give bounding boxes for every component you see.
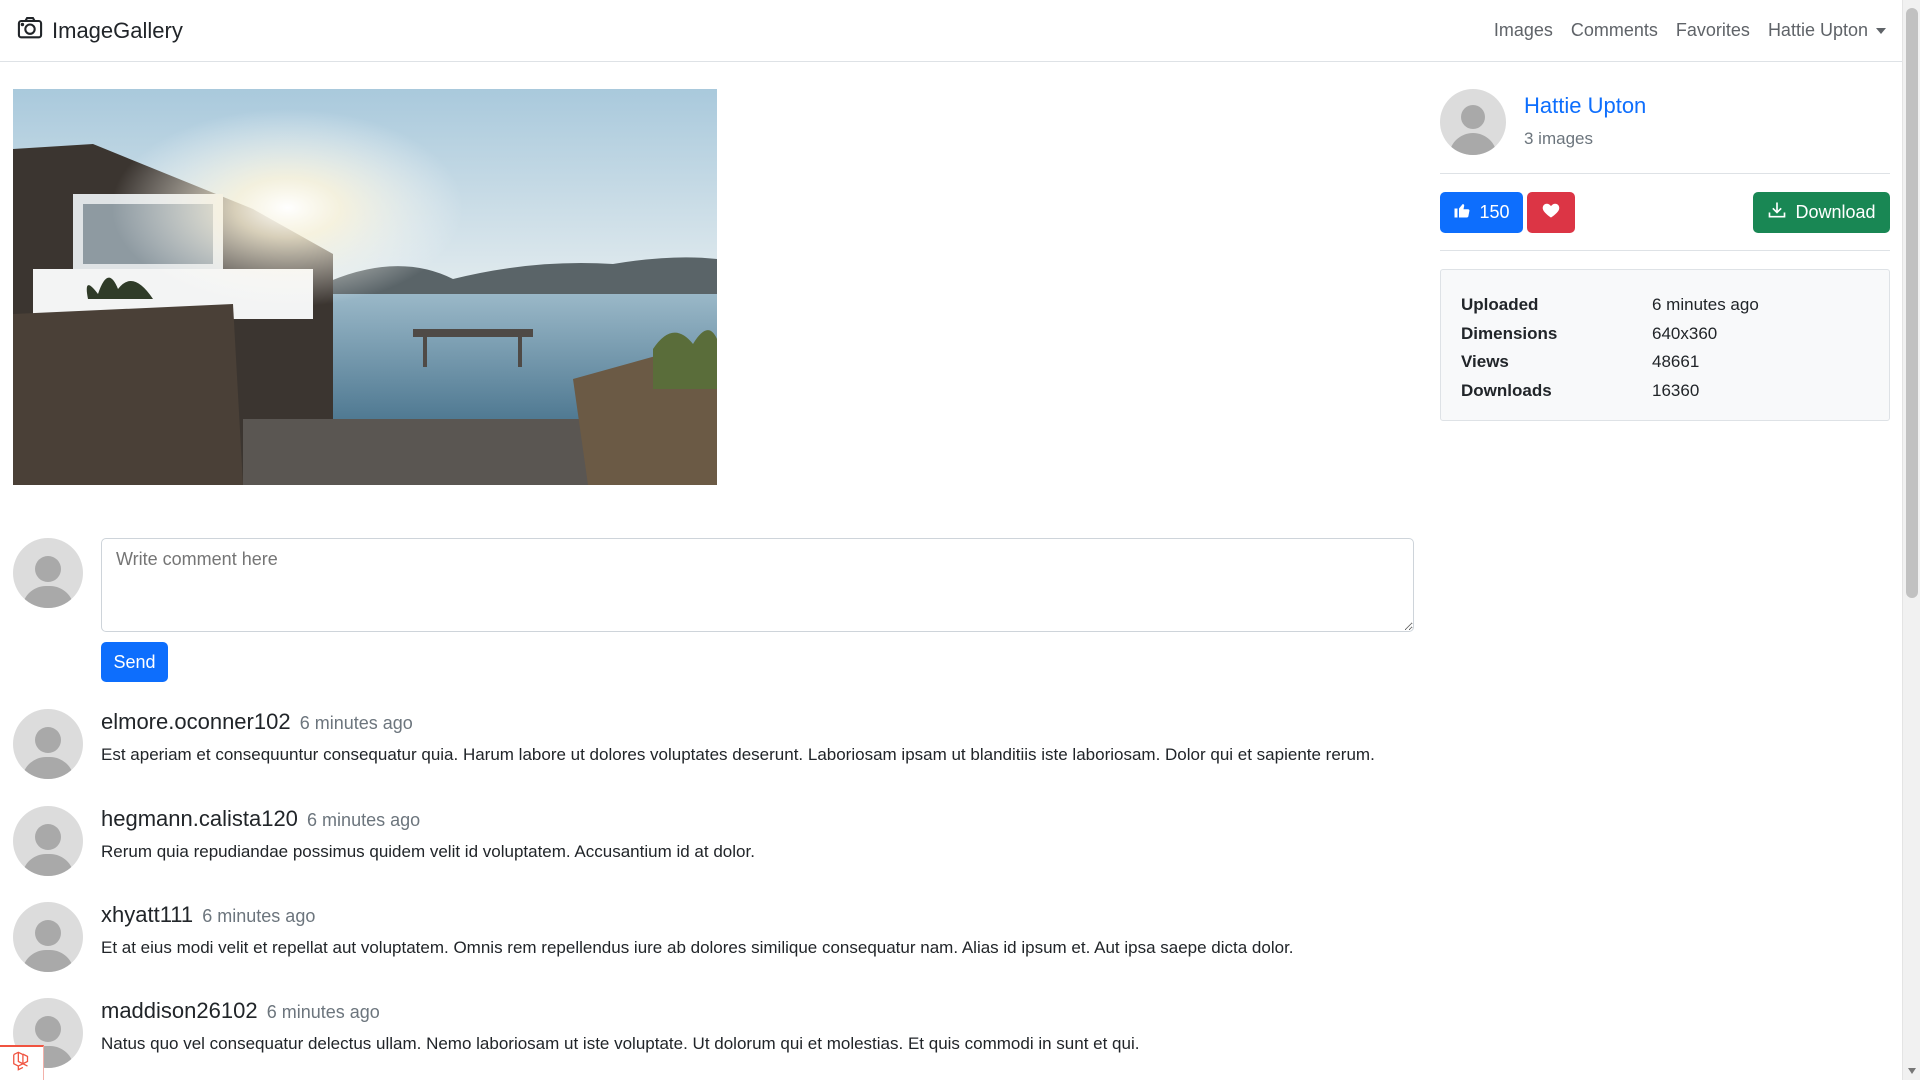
scrollbar-thumb[interactable] [1906,8,1918,598]
stats-label: Views [1461,352,1509,372]
comment-text: Natus quo vel consequatur delectus ullam… [101,1034,1140,1053]
comment-input[interactable] [101,538,1414,632]
comment-time: 6 minutes ago [202,906,316,926]
stats-value: 6 minutes ago [1652,295,1759,315]
stats-row-downloads: Downloads 16360 [1461,377,1869,406]
brand-name: ImageGallery [52,17,183,43]
stats-row-views: Views 48661 [1461,348,1869,377]
comment-username: hegmann.calista120 [101,806,298,831]
comment-avatar [13,709,83,779]
scroll-down-arrow-icon[interactable] [1908,1068,1916,1074]
stats-value: 16360 [1652,380,1700,400]
stats-label: Downloads [1461,380,1552,400]
page-scrollbar[interactable] [1902,0,1920,1080]
comment-header: maddison26102 6 minutes ago [101,998,380,1024]
download-label: Download [1795,202,1876,222]
comment-username: maddison26102 [101,998,258,1023]
owner-name-link[interactable]: Hattie Upton [1524,93,1646,119]
nav-links: Images Comments Favorites Hattie Upton [1494,20,1886,41]
top-navbar: ImageGallery Images Comments Favorites H… [0,0,1902,62]
laravel-logo-icon [11,1050,33,1077]
current-user-avatar [13,538,83,608]
stats-value: 48661 [1652,352,1700,372]
comment-item: xhyatt111 6 minutes ago Et at eius modi … [13,902,1413,982]
nav-link-favorites[interactable]: Favorites [1676,20,1750,41]
caret-down-icon [1876,27,1886,34]
favorite-button[interactable] [1527,192,1575,233]
thumbs-up-icon [1453,201,1471,224]
nav-link-images[interactable]: Images [1494,20,1553,41]
comment-text: Est aperiam et consequuntur consequatur … [101,745,1375,764]
comment-text: Rerum quia repudiandae possimus quidem v… [101,842,755,861]
comment-username: xhyatt111 [101,902,194,927]
download-button[interactable]: Download [1753,192,1890,233]
comment-time: 6 minutes ago [266,1002,380,1022]
camera-icon [16,14,44,48]
nav-link-comments[interactable]: Comments [1571,20,1658,41]
stats-row-dimensions: Dimensions 640x360 [1461,320,1869,349]
comment-time: 6 minutes ago [299,713,413,733]
comment-username: elmore.oconner102 [101,709,291,734]
comment-header: hegmann.calista120 6 minutes ago [101,806,420,832]
stats-row-uploaded: Uploaded 6 minutes ago [1461,291,1869,320]
divider [1440,250,1890,251]
comment-avatar [13,902,83,972]
debugbar-toggle[interactable] [0,1045,44,1080]
stats-label: Dimensions [1461,323,1558,343]
comment-item: elmore.oconner102 6 minutes ago Est aper… [13,709,1413,789]
comment-time: 6 minutes ago [307,810,421,830]
stats-value: 640x360 [1652,323,1718,343]
comment-avatar [13,806,83,876]
image-actions: 150 Download [1440,192,1890,233]
comment-text: Et at eius modi velit et repellat aut vo… [101,938,1294,957]
brand-link[interactable]: ImageGallery [16,14,183,48]
comment-item: hegmann.calista120 6 minutes ago Rerum q… [13,806,1413,886]
download-icon [1767,200,1787,225]
user-dropdown[interactable]: Hattie Upton [1768,20,1886,41]
heart-icon [1541,200,1561,225]
owner-info: Hattie Upton 3 images [1440,89,1890,173]
owner-avatar [1440,89,1506,155]
divider [1440,173,1890,174]
user-dropdown-label: Hattie Upton [1767,20,1868,40]
like-button[interactable]: 150 [1440,192,1523,233]
comment-header: xhyatt111 6 minutes ago [101,902,315,928]
main-image [13,89,717,485]
like-count: 150 [1479,202,1510,222]
comment-item: maddison26102 6 minutes ago Natus quo ve… [13,998,1413,1078]
stats-label: Uploaded [1461,295,1539,315]
owner-image-count: 3 images [1524,129,1593,148]
image-stats-card: Uploaded 6 minutes ago Dimensions 640x36… [1440,269,1890,421]
send-comment-button[interactable]: Send [101,642,168,682]
comment-header: elmore.oconner102 6 minutes ago [101,709,413,735]
